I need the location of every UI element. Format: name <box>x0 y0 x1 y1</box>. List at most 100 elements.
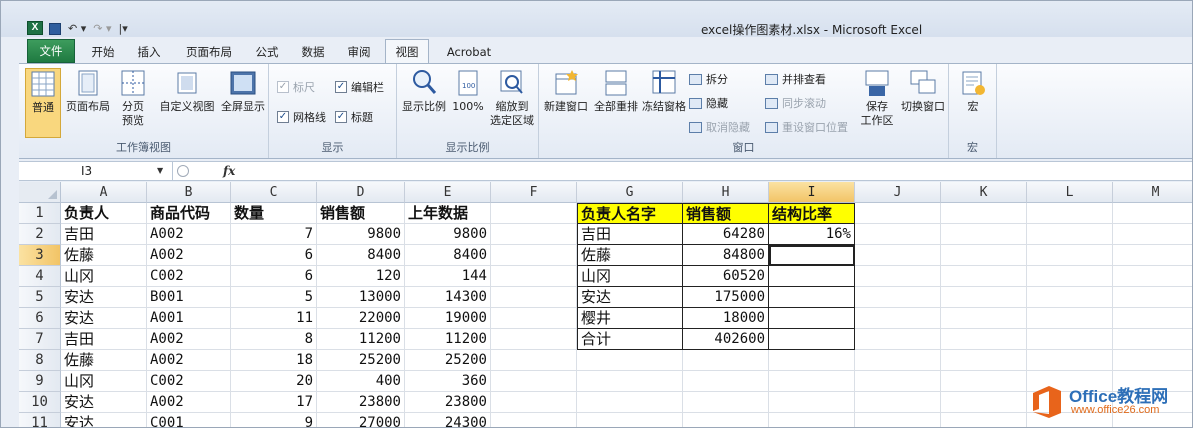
table-cell[interactable]: 13000 <box>317 287 405 308</box>
tab-home[interactable]: 开始 <box>83 41 123 63</box>
row-header-11[interactable]: 11 <box>19 413 61 427</box>
normal-view-button[interactable]: 普通 <box>25 68 61 138</box>
grid-cell[interactable] <box>941 371 1027 392</box>
table-cell[interactable]: A002 <box>147 245 231 266</box>
grid-cell[interactable] <box>855 308 941 329</box>
grid-cell[interactable] <box>1113 224 1192 245</box>
grid-cell[interactable] <box>1027 224 1113 245</box>
column-header-h[interactable]: H <box>683 182 769 203</box>
grid-cell[interactable] <box>941 203 1027 224</box>
page-layout-view-button[interactable]: 页面布局 <box>65 68 111 114</box>
row-header-10[interactable]: 10 <box>19 392 61 413</box>
summary-cell[interactable]: 402600 <box>683 329 769 350</box>
row-header-8[interactable]: 8 <box>19 350 61 371</box>
grid-cell[interactable] <box>683 371 769 392</box>
summary-cell[interactable]: 16% <box>769 224 855 245</box>
excel-app-icon[interactable]: X <box>27 21 43 35</box>
tab-insert[interactable]: 插入 <box>129 41 169 63</box>
grid-cell[interactable] <box>491 308 577 329</box>
column-header-e[interactable]: E <box>405 182 491 203</box>
insert-function-button[interactable]: fx <box>223 162 235 180</box>
tab-review[interactable]: 审阅 <box>339 41 379 63</box>
summary-cell[interactable]: 84800 <box>683 245 769 266</box>
grid-cell[interactable] <box>491 413 577 427</box>
summary-cell[interactable] <box>769 287 855 308</box>
table-cell[interactable]: 360 <box>405 371 491 392</box>
row-header-1[interactable]: 1 <box>19 203 61 224</box>
zoom-100-button[interactable]: 100 100% <box>451 68 485 114</box>
column-header-k[interactable]: K <box>941 182 1027 203</box>
grid-cell[interactable] <box>941 224 1027 245</box>
summary-header-cell[interactable]: 结构比率 <box>769 203 855 224</box>
view-side-by-side-button[interactable]: 并排查看 <box>765 70 826 88</box>
column-header-d[interactable]: D <box>317 182 405 203</box>
grid-cell[interactable] <box>1027 245 1113 266</box>
summary-header-cell[interactable]: 负责人名字 <box>577 203 683 224</box>
grid-cell[interactable] <box>1113 308 1192 329</box>
table-cell[interactable]: C002 <box>147 371 231 392</box>
grid-cell[interactable] <box>1027 203 1113 224</box>
save-workspace-button[interactable]: 保存 工作区 <box>857 68 897 128</box>
table-cell[interactable]: 25200 <box>405 350 491 371</box>
table-cell[interactable]: 山冈 <box>61 266 147 287</box>
row-header-7[interactable]: 7 <box>19 329 61 350</box>
summary-cell[interactable]: 60520 <box>683 266 769 287</box>
grid-cell[interactable] <box>855 203 941 224</box>
summary-cell[interactable]: 樱井 <box>577 308 683 329</box>
summary-cell[interactable]: 18000 <box>683 308 769 329</box>
grid-cell[interactable] <box>1027 287 1113 308</box>
grid-cell[interactable] <box>855 245 941 266</box>
hide-button[interactable]: 隐藏 <box>689 94 728 112</box>
ruler-checkbox[interactable]: ✓ 标尺 <box>277 78 315 96</box>
table-cell[interactable]: 144 <box>405 266 491 287</box>
table-cell[interactable]: 吉田 <box>61 224 147 245</box>
arrange-all-button[interactable]: 全部重排 <box>593 68 639 114</box>
macros-button[interactable]: 宏 <box>955 68 991 114</box>
grid-cell[interactable] <box>941 413 1027 427</box>
table-cell[interactable]: 25200 <box>317 350 405 371</box>
table-cell[interactable]: 18 <box>231 350 317 371</box>
customize-qat-button[interactable]: |▾ <box>119 21 128 37</box>
new-window-button[interactable]: 新建窗口 <box>543 68 589 114</box>
formula-bar-resize-icon[interactable] <box>177 165 189 177</box>
column-header-j[interactable]: J <box>855 182 941 203</box>
table-cell[interactable]: 27000 <box>317 413 405 427</box>
summary-cell[interactable]: 吉田 <box>577 224 683 245</box>
grid-cell[interactable] <box>1113 329 1192 350</box>
table-cell[interactable]: 20 <box>231 371 317 392</box>
name-box-dropdown-icon[interactable]: ▼ <box>157 162 163 180</box>
table-cell[interactable]: 8400 <box>317 245 405 266</box>
grid-cell[interactable] <box>1113 266 1192 287</box>
grid-cell[interactable] <box>491 350 577 371</box>
grid-cell[interactable] <box>491 287 577 308</box>
grid-cell[interactable] <box>577 350 683 371</box>
table-cell[interactable]: 24300 <box>405 413 491 427</box>
grid-cell[interactable] <box>683 350 769 371</box>
summary-header-cell[interactable]: 销售额 <box>683 203 769 224</box>
grid-cell[interactable] <box>1027 350 1113 371</box>
table-cell[interactable]: 佐藤 <box>61 245 147 266</box>
table-cell[interactable]: 23800 <box>405 392 491 413</box>
grid-cell[interactable] <box>855 413 941 427</box>
grid-cell[interactable] <box>855 350 941 371</box>
grid-cell[interactable] <box>855 329 941 350</box>
grid-cell[interactable] <box>855 392 941 413</box>
gridlines-checkbox[interactable]: ✓ 网格线 <box>277 108 326 126</box>
grid-cell[interactable] <box>855 287 941 308</box>
save-icon[interactable] <box>49 23 61 35</box>
column-header-a[interactable]: A <box>61 182 147 203</box>
grid-cell[interactable] <box>1113 245 1192 266</box>
name-box[interactable]: I3 <box>19 162 173 180</box>
table-cell[interactable]: C002 <box>147 266 231 287</box>
page-break-preview-button[interactable]: 分页 预览 <box>115 68 151 128</box>
table-cell[interactable]: 吉田 <box>61 329 147 350</box>
grid-cell[interactable] <box>577 371 683 392</box>
summary-cell[interactable]: 64280 <box>683 224 769 245</box>
grid-cell[interactable] <box>491 203 577 224</box>
tab-acrobat[interactable]: Acrobat <box>439 41 499 63</box>
table-cell[interactable]: 11200 <box>317 329 405 350</box>
tab-file[interactable]: 文件 <box>27 39 75 63</box>
grid-cell[interactable] <box>941 308 1027 329</box>
row-header-9[interactable]: 9 <box>19 371 61 392</box>
column-header-f[interactable]: F <box>491 182 577 203</box>
